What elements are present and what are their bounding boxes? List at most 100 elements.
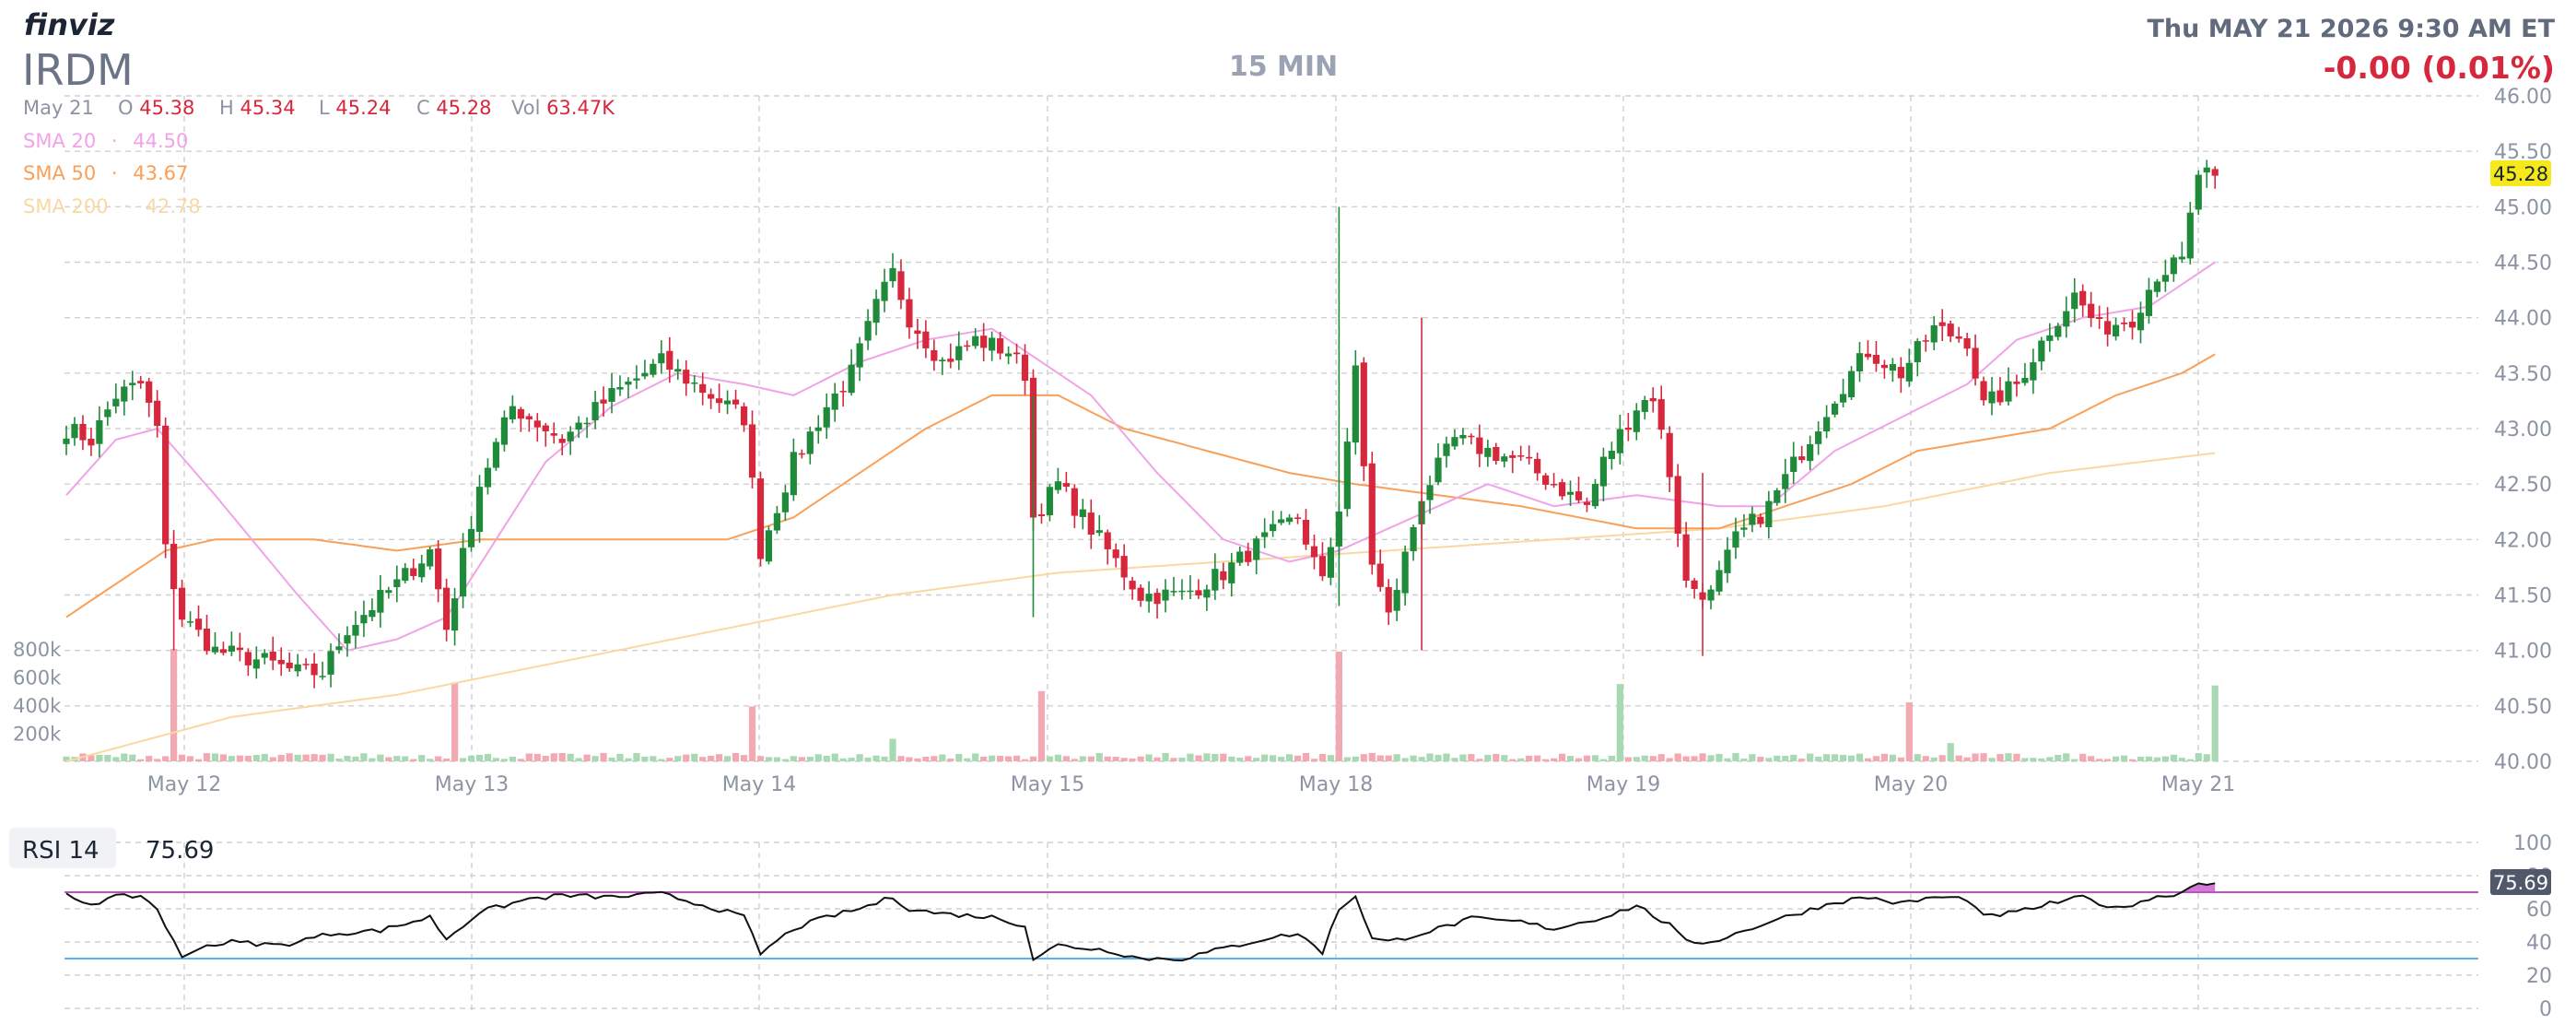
candle — [1327, 537, 1335, 586]
candle — [2170, 254, 2177, 282]
candle — [2096, 305, 2103, 329]
volume-bar — [1980, 753, 1987, 761]
candle-body — [1765, 500, 1773, 527]
candle-body — [740, 406, 748, 426]
candle — [823, 393, 830, 440]
candle — [2021, 362, 2029, 386]
candle-body — [418, 563, 426, 578]
volume-bar — [492, 758, 500, 761]
candle-body — [1410, 526, 1417, 552]
candle — [467, 515, 475, 552]
candle-body — [1021, 354, 1029, 382]
candle-body — [294, 664, 301, 672]
volume-bar — [1087, 756, 1095, 761]
sma50-legend[interactable]: SMA 50 · 43.67 — [23, 162, 188, 184]
volume-bar — [509, 757, 516, 761]
candle-body — [1187, 590, 1194, 593]
candle — [1641, 395, 1648, 420]
candle-body — [955, 346, 963, 360]
candle-body — [872, 299, 880, 324]
candle — [856, 336, 863, 382]
candle — [1294, 513, 1302, 524]
candle-body — [475, 487, 484, 533]
candle-body — [1682, 534, 1690, 582]
volume-bar — [1129, 759, 1136, 761]
volume-bar — [302, 754, 310, 761]
candle — [1129, 576, 1136, 600]
candle-body — [1897, 367, 1904, 379]
candle-body — [756, 478, 765, 559]
candle-body — [1715, 570, 1723, 592]
candle-body — [1112, 549, 1119, 559]
candle-body — [146, 381, 153, 403]
candle-body — [435, 548, 442, 590]
candle-body — [1988, 391, 1996, 404]
volume-bar — [360, 753, 368, 761]
candle — [831, 383, 838, 422]
ticker-symbol[interactable]: IRDM — [22, 45, 134, 95]
volume-bar — [1790, 754, 1797, 761]
volume-bar — [674, 756, 682, 761]
candle — [931, 339, 938, 371]
volume-bar — [1212, 753, 1219, 761]
timeframe-label[interactable]: 15 MIN — [1229, 51, 1338, 83]
volume-bar — [1624, 757, 1632, 761]
volume-bar — [1410, 755, 1417, 761]
candle-body — [1583, 501, 1591, 505]
candle — [1170, 576, 1177, 596]
candle-body — [1302, 520, 1310, 545]
volume-bar — [344, 756, 351, 761]
volume-bar — [2079, 753, 2087, 761]
volume-bar — [1509, 759, 1516, 761]
volume-bar — [1187, 753, 1194, 761]
candle-body — [1807, 443, 1814, 462]
volume-bar — [2161, 756, 2169, 761]
candle-body — [550, 433, 557, 436]
volume-bar — [96, 754, 103, 761]
candle-body — [2186, 212, 2194, 259]
volume-bar — [1889, 754, 1896, 761]
volume-bar — [790, 756, 797, 761]
volume-bar — [848, 758, 855, 761]
rsi-panel — [64, 882, 2478, 962]
candle — [1451, 429, 1458, 450]
date-tick-label: May 12 — [147, 773, 221, 796]
candlesticks[interactable] — [63, 159, 2219, 689]
candle — [194, 605, 203, 637]
volume-bar — [1195, 755, 1202, 761]
volume-bar — [708, 755, 715, 761]
price-tick-label: 46.00 — [2494, 86, 2552, 109]
candle-body — [385, 590, 392, 594]
volume-bar — [1013, 755, 1021, 761]
sma20-legend[interactable]: SMA 20 · 44.50 — [23, 130, 188, 152]
candle-body — [1972, 347, 1979, 379]
candle-body — [2170, 257, 2177, 275]
candle — [806, 426, 814, 465]
volume-bar — [1988, 758, 1996, 761]
volume-bar — [831, 753, 838, 761]
candle-body — [2096, 317, 2103, 320]
sma200-legend[interactable]: SMA 200 · 42.78 — [23, 195, 201, 218]
candle — [1393, 578, 1400, 621]
volume-bar — [947, 758, 954, 761]
candle — [1551, 473, 1558, 489]
volume-bar — [1261, 754, 1269, 761]
candle — [542, 422, 549, 447]
volume-bar — [1872, 756, 1880, 761]
candle — [1484, 440, 1492, 467]
candle — [625, 377, 632, 398]
candle — [1666, 426, 1673, 492]
candle-body — [947, 359, 954, 362]
volume-bar — [2195, 753, 2202, 761]
candle-body — [699, 383, 707, 394]
candle — [1368, 452, 1376, 575]
candle-body — [716, 398, 723, 404]
candle — [2145, 277, 2153, 324]
volume-bar — [980, 756, 988, 761]
candle-body — [1145, 594, 1153, 602]
finviz-logo[interactable]: finviz — [24, 7, 115, 42]
candle-body — [1352, 365, 1359, 443]
volume-bar — [1922, 756, 1929, 761]
chart-canvas[interactable]: 46.0045.5045.0044.5044.0043.5043.0042.50… — [0, 0, 2576, 1036]
candle-body — [1261, 532, 1269, 537]
